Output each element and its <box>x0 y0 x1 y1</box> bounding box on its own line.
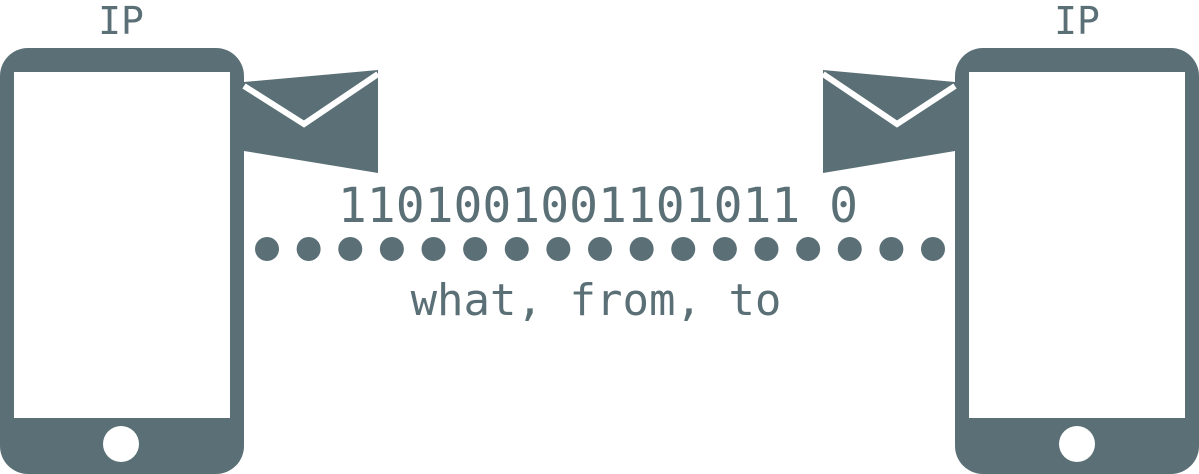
link-dot <box>629 237 654 261</box>
bit-string: 1101001001101011 0 <box>338 178 858 234</box>
left-ip-label: IP <box>98 0 144 43</box>
left-phone <box>0 48 244 474</box>
link-dot <box>712 237 737 261</box>
link-dot <box>379 237 404 261</box>
link-dot <box>837 237 862 261</box>
left-envelope-icon <box>242 70 380 173</box>
link-dot <box>546 237 571 261</box>
link-dot <box>255 237 279 261</box>
link-dot <box>671 237 696 261</box>
network-diagram: IP IP 1101001001101011 0 what, from, to <box>0 0 1199 474</box>
link-dot <box>921 237 945 261</box>
link-dot <box>296 237 321 261</box>
dotted-link <box>255 237 945 261</box>
left-phone-home-button <box>103 426 139 462</box>
right-ip-label: IP <box>1054 0 1100 43</box>
right-phone-screen <box>969 72 1185 418</box>
link-dot <box>338 237 363 261</box>
right-phone-home-button <box>1059 426 1095 462</box>
link-dot <box>588 237 612 261</box>
left-phone-screen <box>14 72 230 418</box>
right-phone <box>955 48 1199 474</box>
link-caption: what, from, to <box>411 275 782 326</box>
link-dot <box>879 237 904 261</box>
link-dot <box>421 237 446 261</box>
link-dot <box>504 237 529 261</box>
right-envelope-icon <box>821 70 957 173</box>
link-dot <box>463 237 488 261</box>
link-dot <box>754 237 779 261</box>
link-dot <box>796 237 821 261</box>
